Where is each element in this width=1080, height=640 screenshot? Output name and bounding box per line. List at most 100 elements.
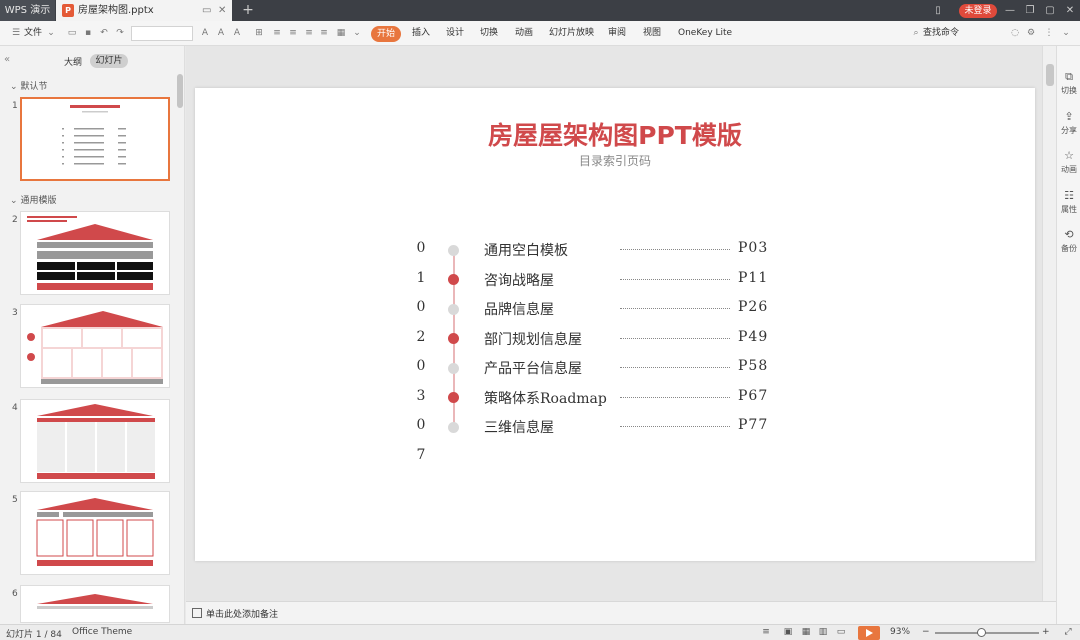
zoom-level[interactable]: 93% xyxy=(890,627,910,637)
theme-name[interactable]: Office Theme xyxy=(72,627,132,637)
save-icon[interactable]: ▪ xyxy=(82,27,94,39)
scrollbar-thumb[interactable] xyxy=(1046,64,1054,86)
toc-digit[interactable]: 0 xyxy=(414,299,428,315)
search-icon[interactable]: ⌕ xyxy=(910,27,922,39)
toc-digit[interactable]: 0 xyxy=(414,240,428,256)
toc-digit[interactable]: 2 xyxy=(414,329,428,345)
file-menu[interactable]: 文件 xyxy=(24,21,42,46)
toc-page-number[interactable]: P11 xyxy=(738,270,768,286)
tab-slideshow[interactable]: 幻灯片放映 xyxy=(549,21,594,46)
toc-page-number[interactable]: P26 xyxy=(738,299,768,315)
decrease-font-icon[interactable]: A xyxy=(215,27,227,39)
more-options-icon[interactable]: ⋮ xyxy=(1043,27,1055,39)
toc-item-label[interactable]: 产品平台信息屋 xyxy=(484,358,582,378)
toc-page-number[interactable]: P67 xyxy=(738,388,768,404)
format-painter-icon[interactable]: ⊞ xyxy=(253,27,265,39)
notes-placeholder[interactable]: 单击此处添加备注 xyxy=(206,607,278,620)
toc-digit[interactable]: 1 xyxy=(414,270,428,286)
wps-home-tab[interactable]: WPS 演示 xyxy=(0,0,55,21)
tab-animation[interactable]: 动画 xyxy=(515,21,533,46)
menu-icon[interactable]: ☰ xyxy=(10,27,22,39)
slide-thumbnail-6[interactable] xyxy=(20,585,170,623)
table-icon[interactable]: ▦ xyxy=(335,27,347,39)
tab-outline[interactable]: 大纲 xyxy=(64,55,82,68)
toc-digit[interactable]: 0 xyxy=(414,417,428,433)
login-button[interactable]: 未登录 xyxy=(959,4,997,18)
notes-toggle-icon[interactable]: ≡ xyxy=(760,627,772,638)
toc-page-number[interactable]: P03 xyxy=(738,240,768,256)
restore-icon[interactable]: ❐ xyxy=(1020,0,1040,21)
tab-home[interactable]: 开始 xyxy=(371,26,401,42)
tab-slides[interactable]: 幻灯片 xyxy=(90,54,128,68)
increase-font-icon[interactable]: A xyxy=(199,27,211,39)
notes-bar[interactable]: 单击此处添加备注 xyxy=(186,601,1056,624)
tab-review[interactable]: 审阅 xyxy=(608,21,626,46)
toc-item-label[interactable]: 通用空白模板 xyxy=(484,240,568,260)
toc-page-number[interactable]: P58 xyxy=(738,358,768,374)
backup-panel-button[interactable]: ⟲ 备份 xyxy=(1057,228,1080,254)
open-folder-icon[interactable]: ▭ xyxy=(66,27,78,39)
font-color-icon[interactable]: A xyxy=(231,27,243,39)
tab-design[interactable]: 设计 xyxy=(446,21,464,46)
normal-view-icon[interactable]: ▣ xyxy=(782,627,794,638)
slide-thumbnail-3[interactable] xyxy=(20,304,170,388)
properties-panel-button[interactable]: ☷ 属性 xyxy=(1057,189,1080,215)
collapse-ribbon-icon[interactable]: ⌄ xyxy=(1060,27,1072,39)
comment-icon[interactable]: ◌ xyxy=(1009,27,1021,39)
toc-item-label[interactable]: 策略体系Roadmap xyxy=(484,388,607,408)
document-tab[interactable]: P 房屋架构图.pptx ▭ ✕ xyxy=(56,0,232,21)
tab-onekey[interactable]: OneKey Lite xyxy=(678,21,732,46)
close-window-icon[interactable]: ✕ xyxy=(1060,0,1080,21)
zoom-out-button[interactable]: − xyxy=(922,627,930,637)
presenter-view-icon[interactable]: ▭ xyxy=(835,627,847,638)
tab-transition[interactable]: 切换 xyxy=(480,21,498,46)
chevron-down-icon[interactable]: ⌄ xyxy=(45,27,57,39)
share-panel-button[interactable]: ⇪ 分享 xyxy=(1057,110,1080,136)
switch-panel-button[interactable]: ⧉ 切换 xyxy=(1057,70,1080,96)
fit-window-icon[interactable]: ⤢ xyxy=(1062,627,1074,638)
toc-item-label[interactable]: 品牌信息屋 xyxy=(484,299,554,319)
slide-title[interactable]: 房屋屋架构图PPT模版 xyxy=(195,116,1035,152)
toc-digit[interactable]: 0 xyxy=(414,358,428,374)
toc-item-label[interactable]: 三维信息屋 xyxy=(484,417,554,437)
toc-page-number[interactable]: P49 xyxy=(738,329,768,345)
justify-icon[interactable]: ≡ xyxy=(318,27,330,39)
redo-icon[interactable]: ↷ xyxy=(114,27,126,39)
tab-view[interactable]: 视图 xyxy=(643,21,661,46)
fullscreen-icon[interactable]: ▯ xyxy=(928,0,948,21)
toc-digit[interactable]: 7 xyxy=(414,447,428,463)
collapse-panel-icon[interactable]: « xyxy=(4,54,10,65)
minimize-icon[interactable]: — xyxy=(1000,0,1020,21)
reading-view-icon[interactable]: ▥ xyxy=(817,627,829,638)
animation-panel-button[interactable]: ☆ 动画 xyxy=(1057,149,1080,175)
toc-page-number[interactable]: P77 xyxy=(738,417,768,433)
zoom-slider-handle[interactable] xyxy=(977,628,986,637)
close-tab-icon[interactable]: ✕ xyxy=(218,0,226,21)
align-center-icon[interactable]: ≡ xyxy=(287,27,299,39)
toc-digit[interactable]: 3 xyxy=(414,388,428,404)
slideshow-play-button[interactable] xyxy=(858,626,880,640)
panel-scrollbar[interactable] xyxy=(177,74,183,108)
section-common[interactable]: ⌄ 通用模版 xyxy=(10,193,57,206)
section-default[interactable]: ⌄ 默认节 xyxy=(10,79,48,92)
slide-subtitle[interactable]: 目录索引页码 xyxy=(195,152,1035,169)
align-right-icon[interactable]: ≡ xyxy=(303,27,315,39)
slide-thumbnail-1[interactable] xyxy=(20,97,170,181)
toc-item-label[interactable]: 部门规划信息屋 xyxy=(484,329,582,349)
toc-item-label[interactable]: 咨询战略屋 xyxy=(484,270,554,290)
slide-thumbnail-4[interactable] xyxy=(20,399,170,483)
maximize-icon[interactable]: ▢ xyxy=(1040,0,1060,21)
current-slide[interactable]: 房屋屋架构图PPT模版 目录索引页码 0 1 0 2 0 3 0 7 通用空白模… xyxy=(195,88,1035,561)
canvas-scrollbar[interactable] xyxy=(1042,46,1056,601)
undo-icon[interactable]: ↶ xyxy=(98,27,110,39)
font-selector[interactable] xyxy=(131,26,193,41)
tab-insert[interactable]: 插入 xyxy=(412,21,430,46)
search-command[interactable]: 查找命令 xyxy=(923,21,959,46)
window-restore-icon[interactable]: ▭ xyxy=(202,0,211,21)
slide-sorter-icon[interactable]: ▦ xyxy=(800,627,812,638)
settings-icon[interactable]: ⚙ xyxy=(1025,27,1037,39)
slide-thumbnail-5[interactable] xyxy=(20,491,170,575)
zoom-slider[interactable] xyxy=(935,632,1039,634)
more-icon[interactable]: ⌄ xyxy=(351,27,363,39)
align-left-icon[interactable]: ≡ xyxy=(271,27,283,39)
